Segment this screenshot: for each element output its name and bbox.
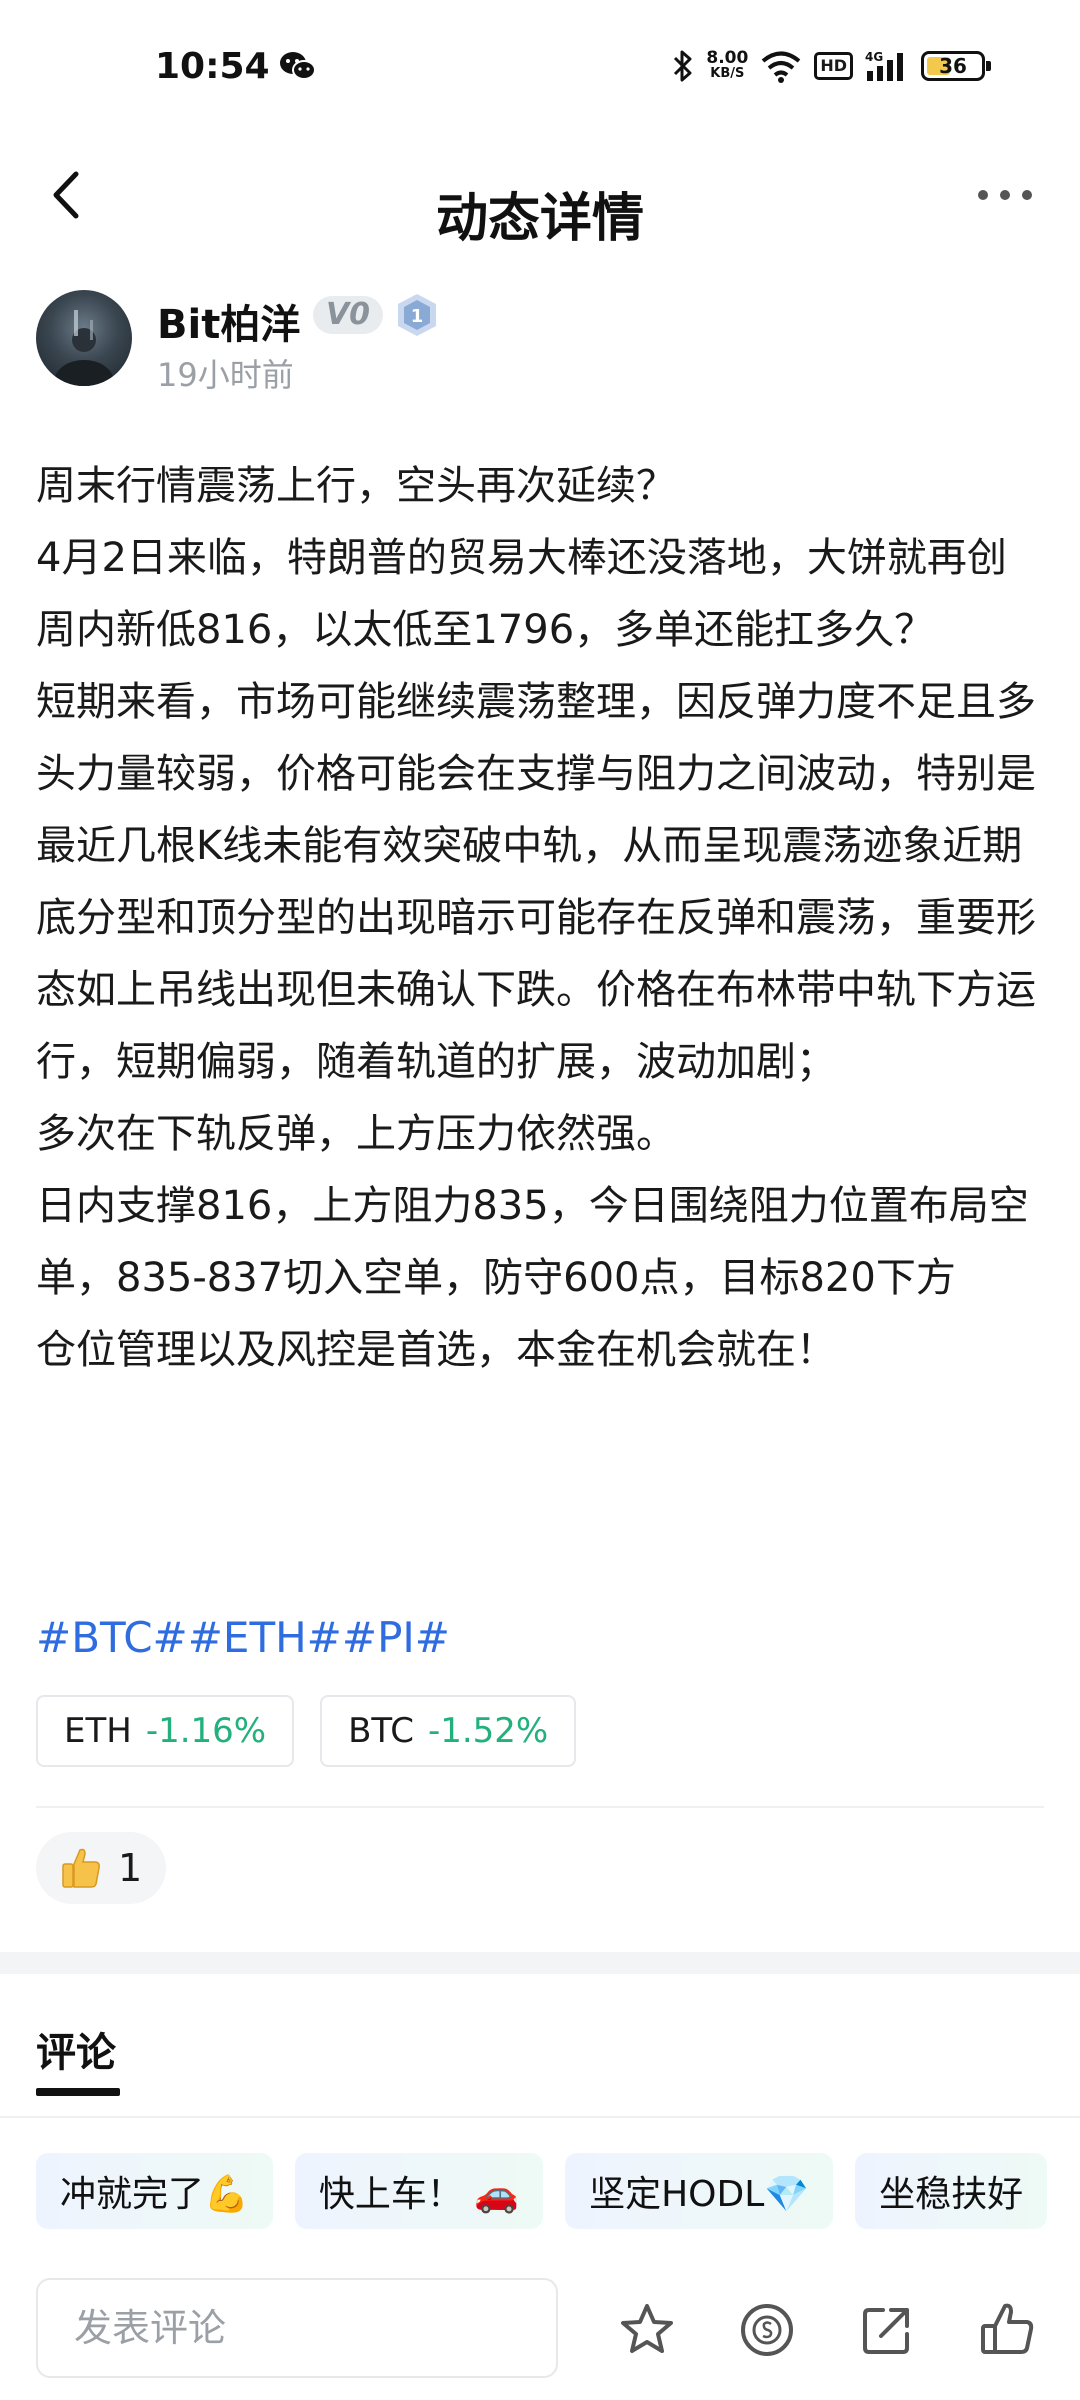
status-time: 10:54 (155, 46, 270, 87)
quick-reply-chip[interactable]: 冲就完了💪 (36, 2153, 273, 2229)
coin-chip-eth[interactable]: ETH -1.16% (36, 1695, 295, 1767)
bluetooth-icon (674, 50, 692, 82)
level-number: 1 (411, 306, 424, 327)
quick-reply-chip[interactable]: 快上车！ 🚗 (294, 2153, 544, 2229)
divider (36, 1806, 1044, 1808)
post-hashtags[interactable]: #BTC##ETH##PI# (36, 1602, 450, 1674)
author-header: Bit柏洋 V0 1 19小时前 (36, 290, 1036, 400)
divider (0, 2116, 1080, 2118)
quick-reply-row: 冲就完了💪 快上车！ 🚗 坚定HODL💎 坐稳扶好 (36, 2153, 1080, 2231)
avatar[interactable] (36, 290, 132, 386)
star-icon[interactable] (617, 2300, 677, 2360)
author-name[interactable]: Bit柏洋 (157, 292, 300, 350)
network-speed-unit: KB/S (710, 66, 745, 81)
thumbs-up-emoji-icon (62, 1848, 100, 1888)
coin-chips: ETH -1.16% BTC -1.52% (36, 1695, 577, 1767)
battery-icon: 36 (921, 51, 991, 81)
section-separator (0, 1952, 1080, 1974)
battery-percent: 36 (939, 54, 967, 78)
level-badge-icon: 1 (398, 294, 436, 336)
coin-change: -1.52% (427, 1711, 549, 1751)
coin-chip-btc[interactable]: BTC -1.52% (320, 1695, 577, 1767)
svg-text:4G: 4G (865, 50, 883, 64)
tip-coin-icon[interactable] (737, 2300, 797, 2360)
vip-badge: V0 (313, 296, 383, 334)
share-icon[interactable] (857, 2300, 917, 2360)
wifi-icon (762, 51, 801, 83)
nav-bar: 动态详情 (0, 140, 1080, 260)
quick-reply-chip[interactable]: 坐稳扶好 (855, 2153, 1048, 2229)
status-bar: 10:54 8.00 KB/S HD 4G 36 (0, 0, 1080, 140)
page-title: 动态详情 (435, 189, 644, 249)
wechat-icon (280, 52, 316, 80)
coin-symbol: BTC (348, 1711, 414, 1751)
tab-comments[interactable]: 评论 (36, 2020, 116, 2078)
comment-input[interactable]: 发表评论 (36, 2278, 558, 2378)
more-icon[interactable] (970, 170, 1040, 220)
hd-indicator: HD (814, 52, 853, 80)
coin-symbol: ETH (64, 1711, 132, 1751)
signal-icon: 4G (865, 50, 903, 81)
network-speed-value: 8.00 (706, 48, 749, 68)
post-content: 周末行情震荡上行，空头再次延续？ 4月2日来临，特朗普的贸易大棒还没落地，大饼就… (36, 463, 1036, 1373)
like-reaction-button[interactable]: 1 (36, 1832, 167, 1904)
reaction-count: 1 (118, 1846, 143, 1890)
avatar-figure (54, 310, 114, 386)
tab-underline (36, 2088, 120, 2096)
post-time: 19小时前 (157, 356, 294, 394)
bottom-action-bar: 发表评论 (0, 2278, 1080, 2400)
thumbs-up-icon[interactable] (977, 2300, 1037, 2360)
quick-reply-chip[interactable]: 坚定HODL💎 (565, 2153, 834, 2229)
network-speed: 8.00 KB/S (706, 50, 748, 82)
status-indicators: 8.00 KB/S HD 4G 36 (672, 44, 991, 88)
coin-change: -1.16% (145, 1711, 267, 1751)
